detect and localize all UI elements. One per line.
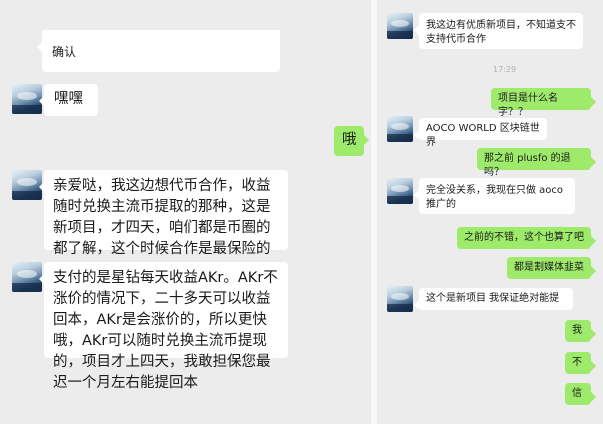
contact-avatar[interactable] <box>12 262 42 292</box>
message-text: AOCO WORLD 区块链世界 <box>426 123 540 148</box>
contact-avatar[interactable] <box>387 286 413 312</box>
message-timestamp: 17:29 <box>493 65 517 74</box>
message-bubble-outgoing: 那之前 plusfo 的退吗？ <box>477 148 596 178</box>
message-text: 亲爱哒，我这边想代币合作，收益随时兑换主流币提取的那种，这是新项目，才四天，咱们… <box>53 178 271 257</box>
message-bubble-outgoing: 项目是什么名字？？ <box>491 88 596 118</box>
message-text: 这个是新项目 我保证绝对能提 <box>426 293 560 304</box>
message-bubble-incoming: 亲爱哒，我这边想代币合作，收益随时兑换主流币提取的那种，这是新项目，才四天，咱们… <box>39 170 288 257</box>
message-bubble-outgoing: 都是割媒体韭菜 <box>507 257 596 279</box>
message-text: 确认 <box>52 45 77 59</box>
contact-avatar[interactable] <box>387 116 413 142</box>
message-text: 支付的是星钻每天收益AKr。AKr不涨价的情况下，二十多天可以收益回本，AKr是… <box>53 270 278 391</box>
message-text: 不 <box>572 357 582 368</box>
message-bubble-incoming: 这个是新项目 我保证绝对能提 <box>414 288 573 310</box>
contact-avatar[interactable] <box>12 170 42 200</box>
message-bubble-incoming: AOCO WORLD 区块链世界 <box>414 118 547 148</box>
message-bubble-outgoing: 之前的不错，这个也算了吧 <box>457 227 596 249</box>
right-chat-panel: 我这边有优质新项目，不知道支不支持代币合作 17:29 项目是什么名字？？ AO… <box>377 0 603 424</box>
message-bubble-outgoing: 我 <box>565 320 596 342</box>
message-text: 项目是什么名字？？ <box>498 93 558 118</box>
message-text: 嘿嘿 <box>54 91 83 107</box>
message-text: 完全没关系，我现在只做 aoco 推广的 <box>426 185 564 210</box>
message-bubble-outgoing: 哦 <box>334 126 369 156</box>
message-text: 信 <box>572 388 582 399</box>
message-text: 我 <box>572 325 582 336</box>
contact-avatar[interactable] <box>387 13 413 39</box>
message-text: 那之前 plusfo 的退吗？ <box>484 153 571 178</box>
message-text: 哦 <box>342 132 357 148</box>
contact-avatar[interactable] <box>387 178 413 204</box>
message-bubble-incoming: 完全没关系，我现在只做 aoco 推广的 <box>414 178 575 214</box>
message-bubble-outgoing: 不 <box>565 352 596 374</box>
message-bubble-incoming: 我这边有优质新项目，不知道支不支持代币合作 <box>414 13 583 49</box>
message-text: 之前的不错，这个也算了吧 <box>464 232 584 243</box>
message-bubble-incoming: 确认 <box>37 30 280 72</box>
left-chat-panel: 确认 嘿嘿 哦 亲爱哒，我这边想代币合作，收益随时兑换主流币提取的那种，这是新项… <box>0 0 371 424</box>
message-text: 我这边有优质新项目，不知道支不支持代币合作 <box>426 20 576 45</box>
message-bubble-outgoing: 信 <box>565 383 596 405</box>
contact-avatar[interactable] <box>12 84 42 114</box>
message-text: 都是割媒体韭菜 <box>514 262 584 273</box>
message-bubble-incoming: 支付的是星钻每天收益AKr。AKr不涨价的情况下，二十多天可以收益回本，AKr是… <box>39 262 288 391</box>
message-bubble-incoming: 嘿嘿 <box>39 84 98 116</box>
